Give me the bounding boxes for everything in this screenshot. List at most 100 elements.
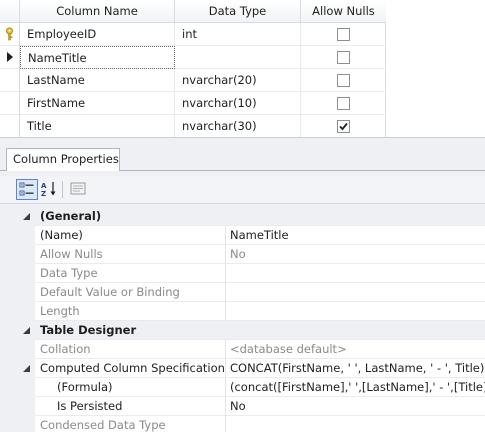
allow-nulls-header[interactable]: Allow Nulls [301,0,386,23]
row-selector[interactable] [0,69,20,92]
data-type-cell[interactable]: nvarchar(10) [175,92,301,115]
categorized-button[interactable] [16,179,38,200]
category-table-designer[interactable]: Table Designer [0,321,485,340]
category-label: Table Designer [40,323,137,337]
row-gutter [0,207,35,226]
alphabetical-sort-icon: A Z [41,182,56,198]
column-name-header[interactable]: Column Name [20,0,175,23]
tab-column-properties[interactable]: Column Properties [6,148,120,171]
property-row-condensed-data-type[interactable]: Condensed Data Type [0,416,485,432]
row-gutter [0,359,35,378]
property-value[interactable] [226,302,485,321]
category-general[interactable]: (General) [0,207,485,226]
allow-nulls-cell [301,46,386,69]
data-type-cell[interactable]: int [175,23,301,46]
property-value[interactable]: No [226,245,485,264]
alphabetical-button[interactable]: A Z [39,179,61,200]
property-row-allow-nulls[interactable]: Allow Nulls No [0,245,485,264]
table-row[interactable]: LastName nvarchar(20) [0,69,386,92]
collapse-triangle-icon[interactable] [23,213,30,220]
collapse-triangle-icon[interactable] [23,327,30,334]
column-name-cell[interactable]: FirstName [20,92,175,115]
allow-nulls-checkbox[interactable] [337,28,350,41]
allow-nulls-checkbox[interactable] [337,97,350,110]
row-gutter [0,416,35,432]
column-name-cell[interactable]: EmployeeID [20,23,175,46]
property-name: Data Type [35,264,226,283]
property-name: Collation [35,340,226,359]
svg-text:A: A [41,182,47,190]
row-gutter [0,226,35,245]
data-type-cell[interactable] [175,46,301,69]
data-type-header[interactable]: Data Type [175,0,301,23]
toolbar-separator [62,181,63,198]
row-gutter [0,302,35,321]
row-gutter [0,264,35,283]
row-selector[interactable] [0,46,20,69]
property-value[interactable]: No [226,397,485,416]
property-name: Is Persisted [35,397,226,416]
properties-toolbar: A Z [0,176,485,204]
property-value[interactable] [226,416,485,432]
row-pointer-icon [7,52,13,62]
svg-text:Z: Z [41,190,46,198]
column-name-cell[interactable]: Title [20,115,175,138]
property-row-data-type[interactable]: Data Type [0,264,485,283]
columns-grid: Column Name Data Type Allow Nulls Employ… [0,0,386,138]
property-row-computed-column-spec[interactable]: Computed Column Specification CONCAT(Fir… [0,359,485,378]
grid-header: Column Name Data Type Allow Nulls [0,0,386,23]
property-name: (Name) [35,226,226,245]
property-row-name[interactable]: (Name) NameTitle [0,226,485,245]
row-selector[interactable] [0,115,20,138]
data-type-cell[interactable]: nvarchar(30) [175,115,301,138]
property-value[interactable]: (concat([FirstName],' ',[LastName],' - '… [226,378,485,397]
column-name-cell[interactable]: NameTitle [20,46,175,69]
collapse-triangle-icon[interactable] [23,365,30,372]
table-row[interactable]: EmployeeID int [0,23,386,46]
allow-nulls-cell [301,92,386,115]
data-type-cell[interactable]: nvarchar(20) [175,69,301,92]
checkmark-icon [339,122,348,131]
row-selector[interactable] [0,23,20,46]
category-label: (General) [40,209,102,223]
property-name: Allow Nulls [35,245,226,264]
property-value[interactable] [226,283,485,302]
property-pages-icon [70,182,86,195]
allow-nulls-cell [301,69,386,92]
property-pages-button[interactable] [68,179,90,200]
row-selector-header [0,0,20,23]
allow-nulls-checkbox[interactable] [337,51,350,64]
row-gutter [0,378,35,397]
property-value[interactable] [226,264,485,283]
allow-nulls-cell [301,115,386,138]
row-gutter [0,283,35,302]
property-grid: (General) (Name) NameTitle Allow Nulls N… [0,207,485,432]
property-name: Computed Column Specification [35,359,226,378]
property-row-is-persisted[interactable]: Is Persisted No [0,397,485,416]
allow-nulls-checkbox[interactable] [337,74,350,87]
categorized-icon [19,182,34,196]
property-value[interactable]: CONCAT(FirstName, ' ', LastName, ' - ', … [226,359,485,378]
property-name: Condensed Data Type [35,416,226,432]
key-icon [6,27,13,41]
table-row[interactable]: Title nvarchar(30) [0,115,386,138]
property-name: Length [35,302,226,321]
table-row[interactable]: FirstName nvarchar(10) [0,92,386,115]
property-value[interactable]: NameTitle [226,226,485,245]
property-row-formula[interactable]: (Formula) (concat([FirstName],' ',[LastN… [0,378,485,397]
column-properties-panel: Column Properties A Z (General) (Name) N… [0,137,485,432]
row-gutter [0,340,35,359]
property-value[interactable]: <database default> [226,340,485,359]
row-gutter [0,245,35,264]
row-gutter [0,397,35,416]
table-row[interactable]: NameTitle [0,46,386,69]
row-selector[interactable] [0,92,20,115]
allow-nulls-cell [301,23,386,46]
property-row-default-value[interactable]: Default Value or Binding [0,283,485,302]
property-row-length[interactable]: Length [0,302,485,321]
row-gutter [0,321,35,340]
property-name: (Formula) [35,378,226,397]
property-row-collation[interactable]: Collation <database default> [0,340,485,359]
allow-nulls-checkbox[interactable] [337,120,350,133]
column-name-cell[interactable]: LastName [20,69,175,92]
